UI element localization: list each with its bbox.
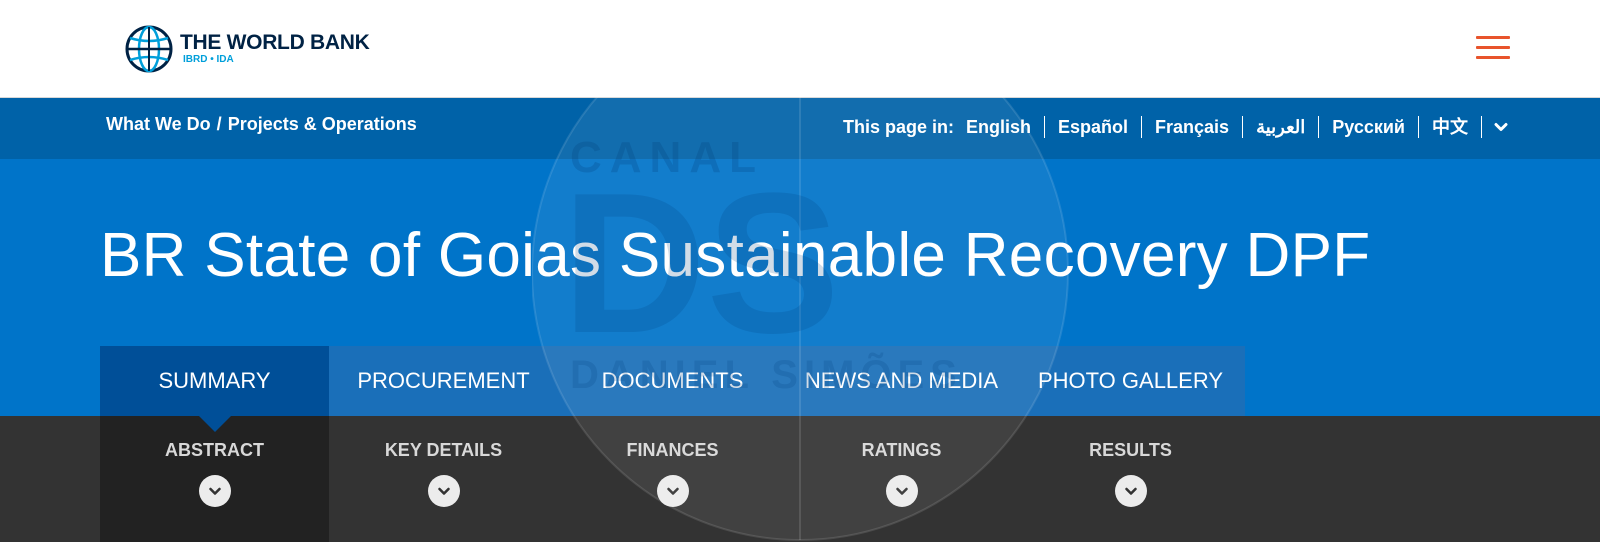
site-header: THE WORLD BANK IBRD • IDA — [0, 0, 1600, 98]
breadcrumb: What We Do / Projects & Operations — [106, 114, 417, 135]
section-subnav: ABSTRACT KEY DETAILS FINANCES RATINGS RE… — [0, 416, 1600, 542]
brand-name: THE WORLD BANK — [180, 31, 370, 54]
subnav-label: RATINGS — [861, 440, 942, 460]
tab-procurement[interactable]: PROCUREMENT — [329, 346, 558, 416]
subnav-finances[interactable]: FINANCES — [558, 416, 787, 542]
brand-subtitle: IBRD • IDA — [183, 54, 234, 65]
subnav-results[interactable]: RESULTS — [1016, 416, 1245, 542]
chevron-down-icon — [1114, 475, 1147, 507]
world-bank-logo[interactable]: THE WORLD BANK IBRD • IDA — [124, 24, 370, 74]
subnav-abstract[interactable]: ABSTRACT — [100, 416, 329, 542]
chevron-down-icon[interactable] — [1494, 120, 1508, 134]
chevron-down-icon — [885, 475, 918, 507]
breadcrumb-projects-operations[interactable]: Projects & Operations — [228, 114, 417, 135]
lang-francais[interactable]: Français — [1142, 116, 1244, 138]
subnav-key-details[interactable]: KEY DETAILS — [329, 416, 558, 542]
chevron-down-icon — [198, 475, 231, 507]
breadcrumb-bar: What We Do / Projects & Operations This … — [0, 98, 1600, 159]
hamburger-icon — [1476, 36, 1510, 39]
subnav-label: RESULTS — [1089, 440, 1172, 460]
hamburger-icon — [1476, 56, 1510, 59]
subnav-label: KEY DETAILS — [384, 440, 503, 460]
lang-arabic[interactable]: العربية — [1243, 116, 1320, 138]
breadcrumb-separator: / — [216, 114, 222, 134]
subnav-label: FINANCES — [626, 440, 719, 460]
project-tabs: SUMMARY PROCUREMENT DOCUMENTS NEWS AND M… — [100, 346, 1245, 432]
lang-russian[interactable]: Русский — [1319, 116, 1419, 138]
hamburger-menu-button[interactable] — [1476, 36, 1510, 62]
tab-documents[interactable]: DOCUMENTS — [558, 346, 787, 416]
globe-logo-icon — [125, 25, 173, 73]
breadcrumb-what-we-do[interactable]: What We Do — [106, 114, 211, 135]
chevron-down-icon — [656, 475, 689, 507]
hamburger-icon — [1476, 46, 1510, 49]
chevron-down-icon — [427, 475, 460, 507]
subnav-label: ABSTRACT — [165, 440, 264, 460]
lang-espanol[interactable]: Español — [1045, 116, 1143, 138]
lang-english[interactable]: English — [966, 116, 1045, 138]
tab-photo-gallery[interactable]: PHOTO GALLERY — [1016, 346, 1245, 416]
subnav-ratings[interactable]: RATINGS — [787, 416, 1016, 542]
tab-summary[interactable]: SUMMARY — [100, 346, 329, 432]
language-selector: This page in: English Español Français ا… — [843, 116, 1508, 138]
tab-news-and-media[interactable]: NEWS AND MEDIA — [787, 346, 1016, 416]
page-title: BR State of Goias Sustainable Recovery D… — [100, 221, 1371, 290]
lang-chinese[interactable]: 中文 — [1419, 116, 1482, 138]
language-label: This page in: — [842, 116, 954, 137]
